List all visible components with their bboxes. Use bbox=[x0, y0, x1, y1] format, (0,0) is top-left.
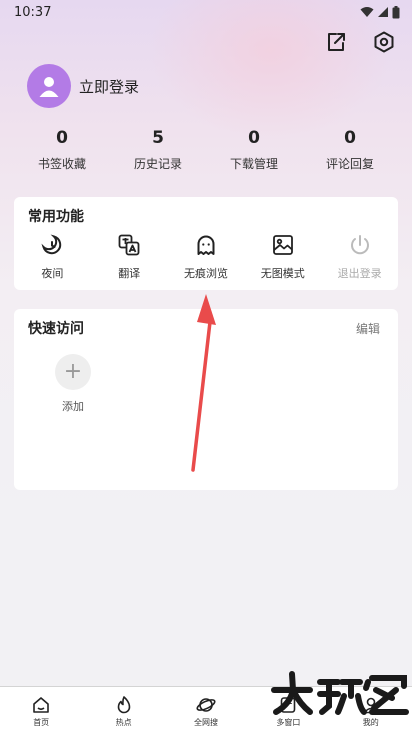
user-icon bbox=[39, 77, 59, 97]
tab-home[interactable]: 首页 bbox=[11, 687, 71, 732]
stat-label: 历史记录 bbox=[133, 157, 182, 171]
battery-icon bbox=[392, 5, 400, 18]
function-label: 退出登录 bbox=[337, 267, 382, 280]
quick-access-card: 快速访问 编辑 + 添加 bbox=[14, 309, 398, 490]
add-icon[interactable]: + bbox=[55, 354, 91, 390]
ghost-icon bbox=[197, 235, 215, 255]
add-label: 添加 bbox=[62, 400, 84, 413]
translate-icon bbox=[118, 234, 140, 256]
wifi-icon bbox=[360, 7, 374, 17]
flame-icon bbox=[117, 696, 130, 714]
card-title: 常用功能 bbox=[28, 209, 84, 225]
common-functions-card: 常用功能 夜间 翻译 无痕浏览 无图模式 退出登录 bbox=[14, 197, 398, 290]
function-label: 夜间 bbox=[41, 267, 64, 280]
avatar[interactable] bbox=[27, 64, 71, 108]
stat-label: 书签收藏 bbox=[37, 157, 86, 171]
tab-label: 热点 bbox=[115, 718, 132, 727]
tab-label: 首页 bbox=[33, 718, 50, 727]
edit-button[interactable]: 编辑 bbox=[356, 320, 380, 337]
power-icon bbox=[350, 235, 369, 255]
tab-label: 全网搜 bbox=[193, 718, 218, 727]
watermark-logo bbox=[271, 671, 409, 715]
stat-bookmarks[interactable]: 0 书签收藏 bbox=[22, 128, 102, 172]
tab-search-all[interactable]: 全网搜 bbox=[176, 687, 236, 732]
planet-icon bbox=[196, 698, 216, 712]
status-icons bbox=[360, 5, 400, 19]
settings-icon[interactable] bbox=[372, 30, 396, 54]
night-mode-icon bbox=[41, 234, 62, 255]
status-time: 10:37 bbox=[14, 4, 52, 20]
stats-row: 0 书签收藏 5 历史记录 0 下载管理 0 评论回复 bbox=[14, 128, 398, 172]
stat-value: 0 bbox=[56, 128, 68, 148]
status-bar: 10:37 bbox=[0, 0, 412, 24]
night-mode-button[interactable]: 夜间 bbox=[22, 233, 82, 281]
function-label: 无痕浏览 bbox=[183, 267, 228, 280]
stat-history[interactable]: 5 历史记录 bbox=[118, 128, 198, 172]
logout-button[interactable]: 退出登录 bbox=[330, 233, 390, 281]
stat-label: 下载管理 bbox=[229, 157, 278, 171]
function-label: 无图模式 bbox=[260, 267, 305, 280]
share-icon[interactable] bbox=[324, 30, 348, 54]
no-image-icon bbox=[272, 235, 293, 255]
stat-label: 评论回复 bbox=[325, 157, 374, 171]
no-image-mode-button[interactable]: 无图模式 bbox=[253, 233, 313, 281]
header-actions bbox=[324, 30, 396, 54]
translate-button[interactable]: 翻译 bbox=[99, 233, 159, 281]
signal-icon bbox=[378, 7, 388, 17]
profile-login[interactable]: 立即登录 bbox=[27, 64, 139, 108]
add-shortcut-button[interactable]: + 添加 bbox=[53, 354, 93, 414]
function-row: 夜间 翻译 无痕浏览 无图模式 退出登录 bbox=[14, 233, 398, 281]
function-label: 翻译 bbox=[118, 267, 141, 280]
tab-hot[interactable]: 热点 bbox=[94, 687, 154, 732]
tab-label: 多窗口 bbox=[276, 718, 301, 727]
login-link[interactable]: 立即登录 bbox=[79, 76, 139, 97]
stat-comments[interactable]: 0 评论回复 bbox=[310, 128, 390, 172]
stat-value: 0 bbox=[344, 128, 356, 148]
stat-value: 5 bbox=[152, 128, 164, 148]
incognito-button[interactable]: 无痕浏览 bbox=[176, 233, 236, 281]
home-icon bbox=[33, 697, 49, 713]
tab-label: 我的 bbox=[362, 718, 379, 727]
card-title: 快速访问 bbox=[28, 321, 84, 337]
stat-downloads[interactable]: 0 下载管理 bbox=[214, 128, 294, 172]
stat-value: 0 bbox=[248, 128, 260, 148]
